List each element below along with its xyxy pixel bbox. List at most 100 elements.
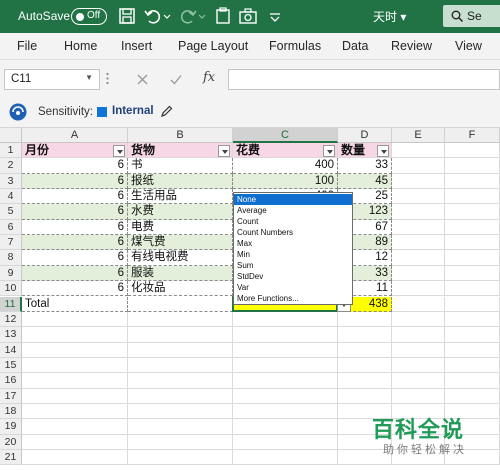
column-header-d[interactable]: D <box>338 128 392 143</box>
row-header-21[interactable]: 21 <box>0 450 22 466</box>
menu-home[interactable]: Home <box>64 39 97 53</box>
cell-d16[interactable] <box>338 373 392 389</box>
cell-c19[interactable] <box>233 419 338 435</box>
cell-b21[interactable] <box>128 450 233 466</box>
cell-a20[interactable] <box>22 434 128 450</box>
filter-dropdown-icon[interactable] <box>377 145 389 157</box>
clipboard-icon[interactable] <box>213 6 233 26</box>
dropdown-option-more-functions[interactable]: More Functions... <box>234 293 352 304</box>
cell-c20[interactable] <box>233 434 338 450</box>
sensitivity-icon[interactable] <box>9 103 27 121</box>
cell-c21[interactable] <box>233 450 338 466</box>
cell-a1[interactable]: 月份 <box>22 143 128 159</box>
menu-formulas[interactable]: Formulas <box>269 39 321 53</box>
cell-a8[interactable]: 6 <box>22 250 128 266</box>
pencil-icon[interactable] <box>160 105 173 118</box>
cell-b20[interactable] <box>128 434 233 450</box>
cell-e15[interactable] <box>392 357 445 374</box>
cell-b2[interactable]: 书 <box>128 158 233 174</box>
cell-f8[interactable] <box>445 250 500 266</box>
row-header-12[interactable]: 12 <box>0 311 22 328</box>
cell-e11[interactable] <box>392 296 445 312</box>
cell-e2[interactable] <box>392 158 445 174</box>
cell-c15[interactable] <box>233 357 338 374</box>
cell-c13[interactable] <box>233 327 338 343</box>
cell-f7[interactable] <box>445 235 500 251</box>
cell-d14[interactable] <box>338 342 392 358</box>
cell-e5[interactable] <box>392 204 445 220</box>
menu-file[interactable]: File <box>17 39 37 53</box>
insert-function-icon[interactable]: fx <box>203 70 215 85</box>
customize-toolbar-icon[interactable] <box>265 6 285 26</box>
cell-a3[interactable]: 6 <box>22 173 128 190</box>
cell-e12[interactable] <box>392 311 445 328</box>
undo-icon[interactable] <box>143 6 163 26</box>
column-header-e[interactable]: E <box>392 128 445 143</box>
cell-e17[interactable] <box>392 388 445 404</box>
dropdown-option-min[interactable]: Min <box>234 249 352 260</box>
cell-b10[interactable]: 化妆品 <box>128 281 233 297</box>
camera-icon[interactable] <box>238 6 258 26</box>
cell-a13[interactable] <box>22 327 128 343</box>
menu-insert[interactable]: Insert <box>121 39 152 53</box>
row-header-3[interactable]: 3 <box>0 173 22 190</box>
cell-e1[interactable] <box>392 143 445 159</box>
row-header-18[interactable]: 18 <box>0 403 22 420</box>
cell-a12[interactable] <box>22 311 128 328</box>
cell-b12[interactable] <box>128 311 233 328</box>
cell-b8[interactable]: 有线电视费 <box>128 250 233 266</box>
save-icon[interactable] <box>117 6 137 26</box>
row-header-16[interactable]: 16 <box>0 373 22 389</box>
dropdown-option-count-numbers[interactable]: Count Numbers <box>234 227 352 238</box>
cell-f9[interactable] <box>445 265 500 282</box>
cell-e7[interactable] <box>392 235 445 251</box>
cell-f12[interactable] <box>445 311 500 328</box>
redo-dropdown-icon[interactable] <box>197 6 207 26</box>
cell-d2[interactable]: 33 <box>338 158 392 174</box>
cell-e13[interactable] <box>392 327 445 343</box>
autosave-toggle[interactable]: Off <box>71 8 107 25</box>
cell-b11[interactable] <box>128 296 233 312</box>
cancel-icon[interactable] <box>137 74 148 85</box>
row-header-11[interactable]: 11 <box>0 296 22 312</box>
cell-e3[interactable] <box>392 173 445 190</box>
cell-c3[interactable]: 100 <box>233 173 338 190</box>
redo-icon[interactable] <box>178 6 198 26</box>
cell-b4[interactable]: 生活用品 <box>128 189 233 205</box>
cell-f1[interactable] <box>445 143 500 159</box>
cell-e8[interactable] <box>392 250 445 266</box>
filter-dropdown-icon[interactable] <box>323 145 335 157</box>
row-header-15[interactable]: 15 <box>0 357 22 374</box>
dropdown-option-count[interactable]: Count <box>234 216 352 227</box>
cell-b7[interactable]: 煤气费 <box>128 235 233 251</box>
row-header-5[interactable]: 5 <box>0 204 22 220</box>
menu-data[interactable]: Data <box>342 39 368 53</box>
row-header-4[interactable]: 4 <box>0 189 22 205</box>
row-header-20[interactable]: 20 <box>0 434 22 450</box>
cell-a9[interactable]: 6 <box>22 265 128 282</box>
filter-dropdown-icon[interactable] <box>218 145 230 157</box>
menu-review[interactable]: Review <box>391 39 432 53</box>
cell-d3[interactable]: 45 <box>338 173 392 190</box>
cell-d13[interactable] <box>338 327 392 343</box>
cell-c16[interactable] <box>233 373 338 389</box>
cell-a16[interactable] <box>22 373 128 389</box>
cell-f11[interactable] <box>445 296 500 312</box>
dropdown-option-sum[interactable]: Sum <box>234 260 352 271</box>
dropdown-option-stddev[interactable]: StdDev <box>234 271 352 282</box>
cell-d12[interactable] <box>338 311 392 328</box>
cell-f6[interactable] <box>445 219 500 236</box>
search-box[interactable]: Se <box>443 5 500 27</box>
cell-d15[interactable] <box>338 357 392 374</box>
row-header-1[interactable]: 1 <box>0 143 22 159</box>
cell-b5[interactable]: 水费 <box>128 204 233 220</box>
column-header-a[interactable]: A <box>22 128 128 143</box>
cell-f2[interactable] <box>445 158 500 174</box>
cell-b1[interactable]: 货物 <box>128 143 233 159</box>
cell-c1[interactable]: 花费 <box>233 143 338 159</box>
cell-f17[interactable] <box>445 388 500 404</box>
row-header-17[interactable]: 17 <box>0 388 22 404</box>
column-header-b[interactable]: B <box>128 128 233 143</box>
cell-e10[interactable] <box>392 281 445 297</box>
dropdown-option-average[interactable]: Average <box>234 205 352 216</box>
